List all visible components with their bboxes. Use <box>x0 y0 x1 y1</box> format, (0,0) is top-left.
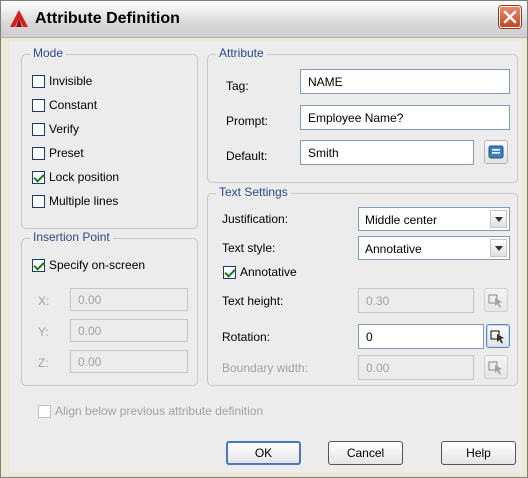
insertion-point-group-title: Insertion Point <box>30 230 113 244</box>
title-bar: Attribute Definition <box>1 1 527 38</box>
lock-position-label: Lock position <box>49 170 120 184</box>
pick-point-icon <box>488 294 502 308</box>
preset-label: Preset <box>49 146 84 160</box>
text-style-select[interactable]: Annotative <box>358 236 510 260</box>
ok-button[interactable]: OK <box>226 441 301 465</box>
annotative-checkbox[interactable]: Annotative <box>223 265 297 279</box>
verify-label: Verify <box>49 122 80 136</box>
preset-checkbox[interactable]: Preset <box>32 146 84 160</box>
tag-label: Tag: <box>226 79 249 93</box>
align-below-checkbox[interactable]: Align below previous attribute definitio… <box>38 404 263 418</box>
constant-checkbox[interactable]: Constant <box>32 98 97 112</box>
invisible-checkbox-box[interactable] <box>32 74 45 88</box>
prompt-label: Prompt: <box>226 114 269 128</box>
chevron-down-icon[interactable] <box>490 210 507 228</box>
text-settings-group-title: Text Settings <box>216 185 291 199</box>
x-label: X: <box>38 294 50 308</box>
multiple-lines-label: Multiple lines <box>49 194 119 208</box>
insert-field-button[interactable] <box>484 140 508 164</box>
attribute-group: Attribute Tag: NAME Prompt: Employee Nam… <box>207 46 518 183</box>
dialog-body: Mode Invisible Constant Verify Preset Lo… <box>9 41 522 472</box>
help-button[interactable]: Help <box>441 441 516 465</box>
dialog-title: Attribute Definition <box>35 10 180 27</box>
align-below-label: Align below previous attribute definitio… <box>55 404 264 418</box>
lock-position-checkbox-box[interactable] <box>32 170 45 184</box>
mode-group: Mode Invisible Constant Verify Preset Lo… <box>21 46 198 229</box>
cancel-button[interactable]: Cancel <box>328 441 403 465</box>
lock-position-checkbox[interactable]: Lock position <box>32 170 119 184</box>
boundary-width-label: Boundary width: <box>222 361 309 375</box>
specify-on-screen-checkbox-box[interactable] <box>32 258 45 272</box>
default-field[interactable]: Smith <box>300 140 474 165</box>
constant-label: Constant <box>49 98 98 112</box>
insert-field-icon <box>488 145 504 159</box>
preset-checkbox-box[interactable] <box>32 146 45 160</box>
attribute-definition-dialog: Attribute Definition Mode Invisible Cons… <box>0 0 528 478</box>
specify-on-screen-label: Specify on-screen <box>49 258 146 272</box>
prompt-field[interactable]: Employee Name? <box>300 105 510 130</box>
y-label: Y: <box>38 325 49 339</box>
multiple-lines-checkbox-box[interactable] <box>32 194 45 208</box>
invisible-checkbox[interactable]: Invisible <box>32 74 92 88</box>
insertion-point-group: Insertion Point Specify on-screen X: 0.0… <box>21 230 198 386</box>
text-style-label: Text style: <box>222 241 276 255</box>
verify-checkbox[interactable]: Verify <box>32 122 79 136</box>
default-label: Default: <box>226 149 268 163</box>
multiple-lines-checkbox[interactable]: Multiple lines <box>32 194 118 208</box>
chevron-down-icon[interactable] <box>490 239 507 257</box>
specify-on-screen-checkbox[interactable]: Specify on-screen <box>32 258 145 272</box>
constant-checkbox-box[interactable] <box>32 98 45 112</box>
annotative-label: Annotative <box>240 265 297 279</box>
z-field[interactable]: 0.00 <box>70 350 188 373</box>
align-below-checkbox-box[interactable] <box>38 404 51 418</box>
rotation-label: Rotation: <box>222 330 271 344</box>
pick-point-icon <box>490 330 504 344</box>
tag-field[interactable]: NAME <box>300 69 510 94</box>
boundary-width-field[interactable]: 0.00 <box>358 355 474 380</box>
text-style-value: Annotative <box>365 242 422 256</box>
pick-point-icon <box>488 361 502 375</box>
text-height-label: Text height: <box>222 294 284 308</box>
x-field[interactable]: 0.00 <box>70 288 188 311</box>
boundary-width-pick-button[interactable] <box>484 355 508 379</box>
text-height-pick-button[interactable] <box>484 288 508 312</box>
justification-select[interactable]: Middle center <box>358 207 510 231</box>
rotation-pick-button[interactable] <box>486 324 510 348</box>
close-button[interactable] <box>499 6 521 28</box>
verify-checkbox-box[interactable] <box>32 122 45 136</box>
justification-label: Justification: <box>222 212 289 226</box>
y-field[interactable]: 0.00 <box>70 319 188 342</box>
justification-value: Middle center <box>365 213 438 227</box>
invisible-label: Invisible <box>49 74 93 88</box>
mode-group-title: Mode <box>30 46 67 60</box>
annotative-checkbox-box[interactable] <box>223 265 236 279</box>
rotation-field[interactable]: 0 <box>358 324 484 349</box>
close-icon <box>503 10 517 24</box>
z-label: Z: <box>38 356 49 370</box>
text-height-field[interactable]: 0.30 <box>358 288 474 313</box>
autocad-logo-icon <box>10 10 28 27</box>
text-settings-group: Text Settings Justification: Middle cent… <box>207 185 518 386</box>
attribute-group-title: Attribute <box>216 46 267 60</box>
